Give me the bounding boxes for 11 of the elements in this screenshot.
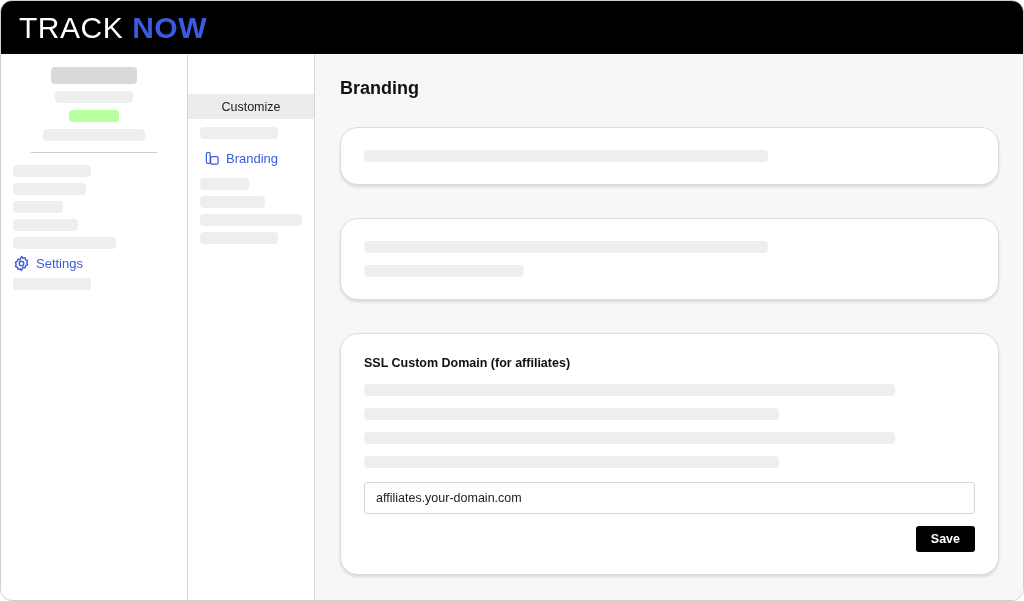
- page-title: Branding: [340, 78, 420, 99]
- status-badge: [69, 110, 119, 122]
- logo: TRACK NOW: [19, 10, 207, 45]
- settings-icon: [13, 255, 30, 272]
- save-button[interactable]: Save: [915, 526, 975, 552]
- card-title: SSL Custom Domain (for affiliates): [364, 356, 572, 370]
- sidebar-item[interactable]: Settings: [13, 255, 187, 272]
- submenu-item[interactable]: Branding: [200, 145, 314, 172]
- domain-input-field[interactable]: affiliates.your-domain.com: [364, 482, 975, 514]
- submenu-header: Customize: [188, 94, 314, 119]
- brush-icon: [205, 151, 220, 166]
